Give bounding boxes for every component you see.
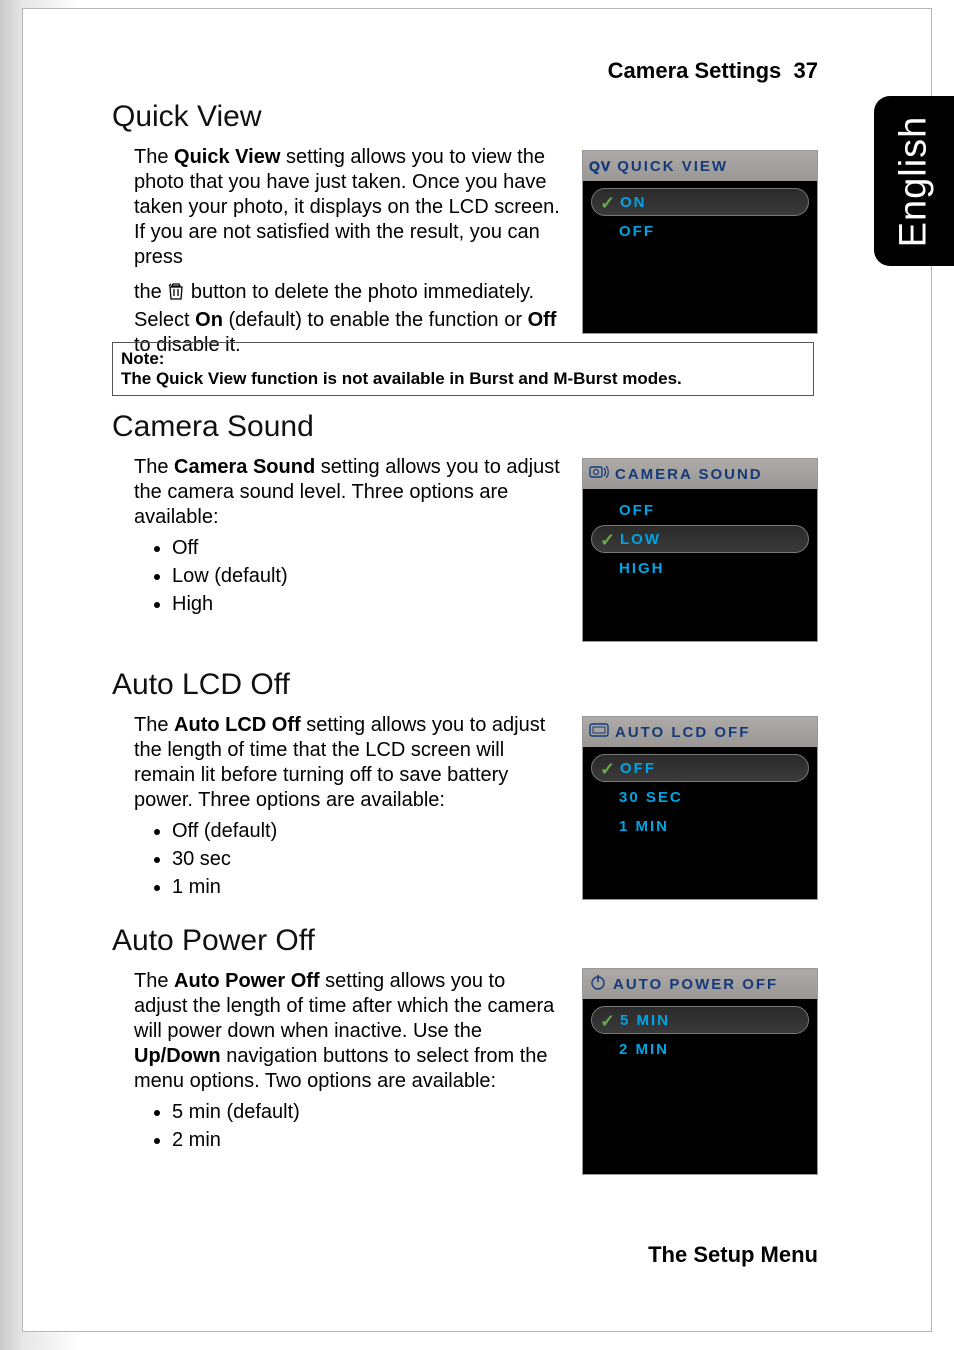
check-icon: ✓ [600, 193, 617, 214]
osd-option-off[interactable]: OFF [591, 496, 809, 524]
list-item: 1 min [172, 873, 564, 901]
power-icon [589, 974, 613, 994]
list-item: 5 min (default) [172, 1098, 564, 1126]
list-item: 2 min [172, 1126, 564, 1154]
check-icon: ✓ [600, 530, 617, 551]
list-item: High [172, 590, 564, 618]
quick-view-paragraph-1: The Quick View setting allows you to vie… [134, 145, 564, 270]
auto-lcd-paragraph: The Auto LCD Off setting allows you to a… [134, 713, 564, 813]
auto-power-paragraph: The Auto Power Off setting allows you to… [134, 969, 564, 1094]
language-tab-label: English [893, 115, 936, 247]
lcd-icon [589, 723, 615, 741]
osd-title-quick-view: QV QUICK VIEW [583, 151, 817, 181]
note-label: Note: [121, 349, 805, 369]
list-item: Off (default) [172, 817, 564, 845]
osd-title-text: CAMERA SOUND [615, 466, 763, 483]
page-header: Camera Settings 37 [608, 58, 818, 84]
heading-quick-view: Quick View [112, 100, 818, 133]
note-text: The Quick View function is not available… [121, 369, 805, 389]
osd-title-camera-sound: CAMERA SOUND [583, 459, 817, 489]
trash-icon [167, 281, 185, 308]
osd-option-5min[interactable]: ✓5 MIN [591, 1006, 809, 1034]
osd-option-high[interactable]: HIGH [591, 554, 809, 582]
header-page-number: 37 [794, 58, 818, 83]
osd-option-2min[interactable]: 2 MIN [591, 1035, 809, 1063]
osd-title-auto-power: AUTO POWER OFF [583, 969, 817, 999]
note-box: Note: The Quick View function is not ava… [112, 342, 814, 396]
camera-sound-paragraph: The Camera Sound setting allows you to a… [134, 455, 564, 530]
osd-menu-camera-sound: CAMERA SOUND OFF ✓LOW HIGH [582, 458, 818, 642]
osd-menu-quick-view: QV QUICK VIEW ✓ON OFF [582, 150, 818, 334]
osd-option-off[interactable]: ✓OFF [591, 754, 809, 782]
osd-menu-auto-power: AUTO POWER OFF ✓5 MIN 2 MIN [582, 968, 818, 1175]
check-icon: ✓ [600, 1011, 617, 1032]
page-footer: The Setup Menu [648, 1242, 818, 1268]
camera-sound-options: Off Low (default) High [172, 534, 564, 618]
osd-menu-auto-lcd: AUTO LCD OFF ✓OFF 30 SEC 1 MIN [582, 716, 818, 900]
camera-speaker-icon [589, 464, 615, 484]
auto-power-options: 5 min (default) 2 min [172, 1098, 564, 1154]
list-item: Low (default) [172, 562, 564, 590]
osd-title-text: QUICK VIEW [617, 158, 728, 175]
check-icon: ✓ [600, 759, 617, 780]
list-item: 30 sec [172, 845, 564, 873]
heading-camera-sound: Camera Sound [112, 410, 818, 443]
osd-option-30sec[interactable]: 30 SEC [591, 783, 809, 811]
language-tab: English [874, 96, 954, 266]
heading-auto-lcd-off: Auto LCD Off [112, 668, 818, 701]
osd-option-1min[interactable]: 1 MIN [591, 812, 809, 840]
qv-prefix-icon: QV [589, 158, 611, 174]
heading-auto-power-off: Auto Power Off [112, 924, 818, 957]
osd-option-low[interactable]: ✓LOW [591, 525, 809, 553]
header-title: Camera Settings [608, 58, 782, 83]
osd-title-text: AUTO POWER OFF [613, 976, 778, 993]
auto-lcd-options: Off (default) 30 sec 1 min [172, 817, 564, 901]
list-item: Off [172, 534, 564, 562]
osd-title-auto-lcd: AUTO LCD OFF [583, 717, 817, 747]
osd-title-text: AUTO LCD OFF [615, 724, 750, 741]
footer-title: The Setup Menu [648, 1242, 818, 1267]
osd-option-on[interactable]: ✓ON [591, 188, 809, 216]
osd-option-off[interactable]: OFF [591, 217, 809, 245]
